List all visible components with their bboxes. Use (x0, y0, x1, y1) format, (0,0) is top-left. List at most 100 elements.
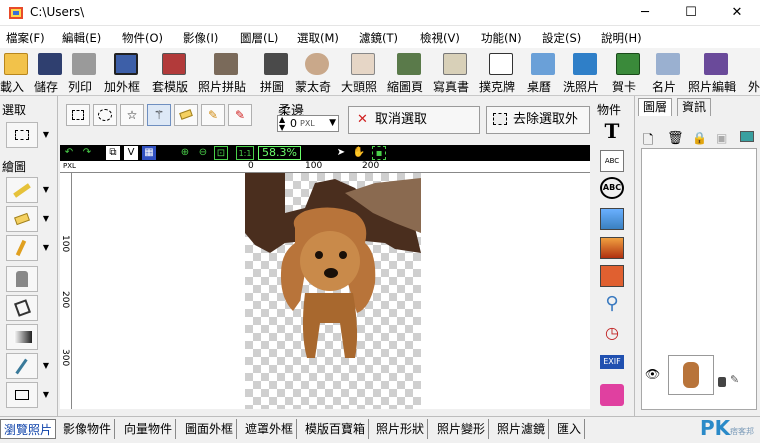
image-icon[interactable] (600, 208, 624, 230)
tab-photo-transform[interactable]: 照片變形 (434, 419, 490, 439)
eyedropper-tool[interactable] (6, 353, 38, 379)
save-button[interactable]: 儲存 (34, 50, 64, 94)
photo-edit-button[interactable]: 照片編輯 (688, 50, 744, 94)
layer-visibility-eye-icon[interactable]: 👁 (645, 367, 660, 381)
eraser-tool-dropdown[interactable]: ▼ (40, 206, 52, 232)
calendar-button[interactable]: 桌曆 (527, 50, 559, 94)
menu-edit[interactable]: 編輯(E) (62, 30, 101, 46)
abc-circle-text-icon[interactable]: ABC (600, 177, 624, 199)
undo-icon[interactable]: ↶ (62, 146, 76, 160)
menu-view[interactable]: 檢視(V) (420, 30, 460, 46)
tab-image-objects[interactable]: 影像物件 (60, 419, 116, 439)
exif-icon[interactable]: EXIF (600, 355, 624, 369)
shape-tool[interactable] (6, 382, 38, 408)
thumbnail-page-button[interactable]: 縮圖頁 (387, 50, 431, 94)
flip-vertical-icon[interactable]: V (124, 146, 138, 160)
layer-thumbnail[interactable] (668, 355, 714, 395)
menu-settings[interactable]: 設定(S) (542, 30, 581, 46)
copy-image-icon[interactable]: ⧉ (106, 146, 120, 160)
open-button[interactable]: 載入 (0, 50, 30, 94)
redo-icon[interactable]: ↷ (80, 146, 94, 160)
pan-hand-icon[interactable]: ✋ (352, 146, 366, 160)
rect-selection-mode[interactable] (66, 104, 90, 126)
menu-layer[interactable]: 圖層(L) (240, 30, 278, 46)
add-frame-button[interactable]: 加外框 (104, 50, 148, 94)
pencil-tool-dropdown[interactable]: ▼ (40, 235, 52, 261)
tab-import[interactable]: 匯入 (554, 419, 586, 439)
fill-tool[interactable] (6, 295, 38, 321)
selection-brush-add-mode[interactable]: ✎ (201, 104, 225, 126)
clock-icon[interactable]: ◷ (600, 323, 624, 345)
magic-wand-mode[interactable]: ⚚ (147, 104, 171, 126)
ellipse-selection-mode[interactable] (93, 104, 117, 126)
maximize-button[interactable]: ☐ (668, 0, 714, 26)
frames-icon[interactable] (600, 265, 624, 287)
photobook-button[interactable]: 寫真書 (433, 50, 477, 94)
puzzle-button[interactable]: 拼圖 (260, 50, 292, 94)
text-icon[interactable]: T (600, 119, 624, 143)
menu-file[interactable]: 檔案(F) (6, 30, 45, 46)
tab-info[interactable]: 資訊 (677, 98, 712, 116)
business-card-button[interactable]: 名片 (652, 50, 684, 94)
feather-input[interactable]: ▲ ▼ 0 PXL ▼ (277, 115, 339, 132)
eyedropper-dropdown[interactable]: ▼ (40, 353, 52, 379)
menu-select[interactable]: 選取(M) (297, 30, 339, 46)
tab-mask-frames[interactable]: 遮罩外框 (242, 419, 298, 439)
selection-brush-subtract-mode[interactable]: ✎ (228, 104, 252, 126)
pointer-icon[interactable]: ➤ (334, 146, 348, 160)
brush-tool[interactable] (6, 177, 38, 203)
minimize-button[interactable]: ─ (622, 0, 668, 26)
tab-template-box[interactable]: 模版百寶箱 (302, 419, 370, 439)
brush-tool-dropdown[interactable]: ▼ (40, 177, 52, 203)
select-tool-dropdown[interactable]: ▼ (40, 122, 52, 148)
tab-canvas-frames[interactable]: 圖面外框 (182, 419, 238, 439)
collage-button[interactable]: 照片拼貼 (198, 50, 254, 94)
birthday-cake-icon[interactable] (600, 384, 624, 406)
selection-eraser-mode[interactable] (174, 104, 198, 126)
tab-browse-photos[interactable]: 瀏覽照片 (0, 419, 57, 439)
template-button[interactable]: 套模版 (152, 50, 196, 94)
spin-down-icon[interactable]: ▼ (279, 124, 285, 132)
shape-tool-dropdown[interactable]: ▼ (40, 382, 52, 408)
delete-layer-icon[interactable]: 🗑 (667, 131, 684, 146)
image-properties-icon[interactable]: ▦ (142, 146, 156, 160)
menu-object[interactable]: 物件(O) (122, 30, 163, 46)
pencil-tool[interactable] (6, 235, 38, 261)
zoom-out-icon[interactable]: ⊖ (196, 146, 210, 160)
stamp-tool[interactable] (6, 266, 38, 292)
feather-dropdown-icon[interactable]: ▼ (329, 118, 336, 128)
close-button[interactable]: ✕ (714, 0, 760, 26)
cancel-selection-button[interactable]: ✕ 取消選取 (348, 106, 480, 134)
tab-vector-objects[interactable]: 向量物件 (121, 419, 177, 439)
greeting-card-button[interactable]: 賀卡 (612, 50, 644, 94)
eraser-tool[interactable] (6, 206, 38, 232)
actual-size-icon[interactable]: 1:1 (236, 146, 254, 160)
lock-layer-icon[interactable]: 🔒 (692, 131, 707, 145)
sunset-image-icon[interactable] (600, 237, 624, 259)
layer-list[interactable]: 👁 ✎ (641, 148, 757, 410)
remove-outside-selection-button[interactable]: 去除選取外 (486, 106, 590, 134)
rect-select-tool[interactable] (6, 122, 38, 148)
layer-lock-icon[interactable] (718, 377, 726, 387)
tab-photo-filters[interactable]: 照片濾鏡 (494, 419, 550, 439)
portrait-button[interactable]: 大頭照 (341, 50, 385, 94)
menu-help[interactable]: 說明(H) (601, 30, 642, 46)
tab-photo-shapes[interactable]: 照片形狀 (373, 419, 429, 439)
zoom-in-icon[interactable]: ⊕ (178, 146, 192, 160)
more-button[interactable]: 外 (748, 50, 760, 94)
abc-text-box-icon[interactable]: ABC (600, 150, 624, 172)
montage-button[interactable]: 蒙太奇 (295, 50, 339, 94)
gradient-tool[interactable] (6, 324, 38, 350)
edited-photo[interactable] (245, 173, 421, 409)
menu-function[interactable]: 功能(N) (481, 30, 522, 46)
menu-filter[interactable]: 濾鏡(T) (359, 30, 398, 46)
menu-image[interactable]: 影像(I) (183, 30, 218, 46)
layer-edit-icon[interactable]: ✎ (730, 373, 739, 386)
print-photo-button[interactable]: 洗照片 (563, 50, 607, 94)
tab-layers[interactable]: 圖層 (638, 98, 673, 116)
lasso-selection-mode[interactable]: ☆ (120, 104, 144, 126)
layer-monitor-icon[interactable] (740, 131, 754, 142)
magnifier-icon[interactable]: ⚲ (600, 293, 624, 315)
layer-image-icon[interactable]: ▣ (716, 131, 727, 145)
print-button[interactable]: 列印 (68, 50, 98, 94)
